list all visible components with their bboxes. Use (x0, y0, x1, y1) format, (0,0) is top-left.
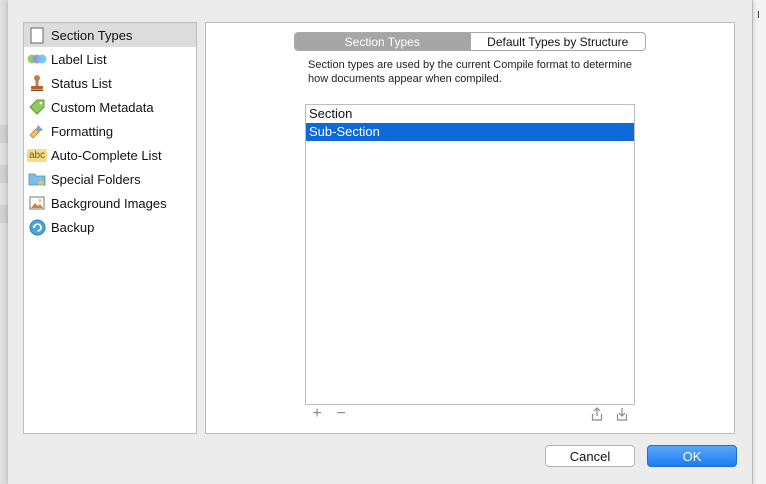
sidebar-item-auto-complete-list[interactable]: abc Auto-Complete List (24, 143, 196, 167)
sidebar-item-custom-metadata[interactable]: Custom Metadata (24, 95, 196, 119)
list-item[interactable]: Section (306, 105, 634, 123)
tab-section-types[interactable]: Section Types (295, 33, 470, 50)
list-item[interactable]: Sub-Section (306, 123, 634, 141)
abc-icon-text: abc (28, 149, 46, 161)
sidebar-item-label: Label List (51, 51, 107, 67)
backup-icon (27, 217, 47, 237)
sidebar-item-status-list[interactable]: Status List (24, 71, 196, 95)
sidebar-item-label: Section Types (51, 27, 133, 43)
sidebar-item-label: Auto-Complete List (51, 147, 162, 163)
sidebar-item-label: Background Images (51, 195, 167, 211)
settings-sidebar: Section Types Label List Status List Cus… (23, 22, 197, 434)
picture-icon (27, 193, 47, 213)
sidebar-item-label: Custom Metadata (51, 99, 154, 115)
project-settings-sheet: Section Types Label List Status List Cus… (8, 0, 752, 484)
section-types-panel: Section Types Default Types by Structure… (205, 22, 735, 434)
background-window-right-edge: I (752, 0, 766, 484)
sidebar-item-label: Formatting (51, 123, 114, 139)
background-stripe (0, 125, 8, 143)
paintbrush-icon (27, 121, 47, 141)
tab-bar: Section Types Default Types by Structure (294, 32, 646, 51)
sidebar-item-background-images[interactable]: Background Images (24, 191, 196, 215)
sidebar-item-label: Special Folders (51, 171, 141, 187)
sidebar-item-label: Status List (51, 75, 112, 91)
sidebar-item-special-folders[interactable]: Special Folders (24, 167, 196, 191)
cancel-button[interactable]: Cancel (545, 445, 635, 467)
sidebar-item-label-list[interactable]: Label List (24, 47, 196, 71)
sidebar-item-label: Backup (51, 219, 95, 235)
background-stripe (0, 165, 8, 183)
star-folder-icon (27, 169, 47, 189)
remove-section-type-button[interactable]: − (334, 405, 348, 422)
tab-default-types-by-structure[interactable]: Default Types by Structure (469, 33, 646, 50)
stamp-icon (27, 73, 47, 93)
background-text-fragment: I (757, 10, 760, 21)
sidebar-item-formatting[interactable]: Formatting (24, 119, 196, 143)
background-window-left-edge (0, 0, 8, 484)
background-stripe (0, 205, 8, 223)
ok-button[interactable]: OK (647, 445, 737, 467)
abc-icon: abc (27, 148, 47, 162)
section-types-list[interactable]: Section Sub-Section (305, 104, 635, 405)
section-types-description: Section types are used by the current Co… (308, 59, 633, 85)
tag-icon (27, 97, 47, 117)
import-icon[interactable] (615, 407, 629, 421)
add-section-type-button[interactable]: + (310, 405, 324, 422)
label-circles-icon (27, 49, 47, 69)
sidebar-item-backup[interactable]: Backup (24, 215, 196, 239)
sidebar-item-section-types[interactable]: Section Types (24, 23, 196, 47)
document-icon (27, 25, 47, 45)
export-icon[interactable] (590, 407, 604, 421)
